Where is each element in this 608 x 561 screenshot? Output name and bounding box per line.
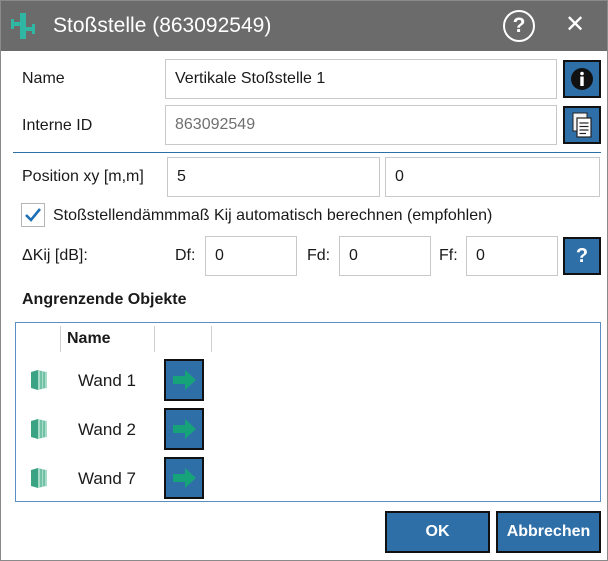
- close-button[interactable]: ✕: [563, 13, 587, 37]
- fd-label: Fd:: [307, 247, 331, 264]
- auto-calc-label: Stoßstellendämmmaß Kij automatisch berec…: [53, 207, 493, 224]
- auto-calc-checkbox[interactable]: [21, 203, 45, 227]
- table-row[interactable]: Wand 2: [16, 406, 600, 454]
- arrow-right-icon: [173, 468, 196, 488]
- window-title: Stoßstelle (863092549): [53, 14, 272, 37]
- arrow-right-icon: [173, 370, 196, 390]
- row-name: Wand 7: [78, 469, 136, 488]
- column-header-name[interactable]: Name: [67, 330, 111, 348]
- goto-object-button[interactable]: [164, 457, 204, 499]
- row-name: Wand 1: [78, 371, 136, 390]
- row-name: Wand 2: [78, 420, 136, 439]
- internal-id-label: Interne ID: [22, 117, 93, 134]
- copy-id-button[interactable]: [563, 106, 601, 144]
- name-label: Name: [22, 70, 65, 87]
- table-row[interactable]: Wand 7: [16, 455, 600, 503]
- table-row[interactable]: Wand 1: [16, 357, 600, 405]
- column-divider: [60, 326, 61, 352]
- dialog-window: Stoßstelle (863092549) ? ✕ Name Vertikal…: [0, 0, 608, 561]
- goto-object-button[interactable]: [164, 359, 204, 401]
- info-icon: [571, 68, 593, 90]
- ff-label: Ff:: [439, 247, 458, 264]
- column-divider: [211, 326, 212, 352]
- adjacent-objects-heading: Angrenzende Objekte: [22, 291, 187, 308]
- title-bar: Stoßstelle (863092549) ? ✕: [1, 1, 607, 51]
- column-divider: [154, 326, 155, 352]
- kij-help-button[interactable]: ?: [563, 237, 601, 275]
- df-field[interactable]: 0: [205, 236, 297, 276]
- goto-object-button[interactable]: [164, 408, 204, 450]
- position-y-field[interactable]: 0: [385, 157, 600, 197]
- wall-icon: [31, 419, 47, 439]
- position-x-field[interactable]: 5: [167, 157, 380, 197]
- app-icon: [11, 13, 35, 39]
- wall-icon: [31, 468, 47, 488]
- df-label: Df:: [175, 247, 196, 264]
- section-divider: [13, 152, 601, 153]
- cancel-button[interactable]: Abbrechen: [496, 511, 601, 553]
- adjacent-objects-table: Name Wand 1 Wand 2 Wand 7: [15, 322, 601, 502]
- table-header: Name: [16, 323, 600, 355]
- internal-id-field[interactable]: 863092549: [165, 105, 557, 145]
- close-icon: ✕: [564, 11, 586, 38]
- name-field[interactable]: Vertikale Stoßstelle 1: [165, 59, 557, 99]
- checkmark-icon: [25, 208, 42, 222]
- copy-document-icon: [572, 112, 592, 138]
- help-button[interactable]: ?: [503, 10, 535, 42]
- arrow-right-icon: [173, 419, 196, 439]
- fd-field[interactable]: 0: [339, 236, 431, 276]
- wall-icon: [31, 370, 47, 390]
- ff-field[interactable]: 0: [466, 236, 558, 276]
- ok-button[interactable]: OK: [385, 511, 490, 553]
- info-button[interactable]: [563, 60, 601, 98]
- position-label: Position xy [m,m]: [22, 168, 144, 185]
- delta-kij-label: ΔKij [dB]:: [22, 247, 88, 264]
